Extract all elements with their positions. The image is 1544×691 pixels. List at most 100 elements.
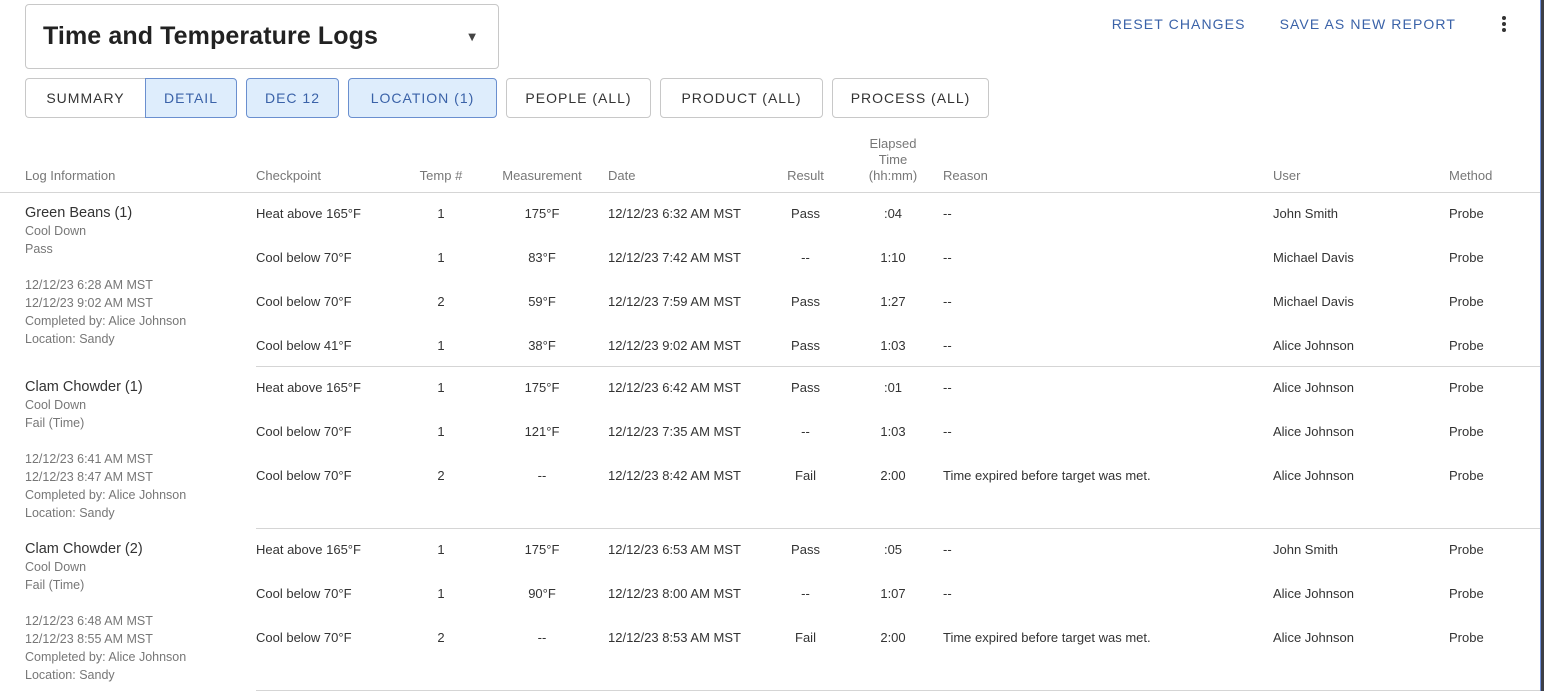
save-as-new-report-button[interactable]: SAVE AS NEW REPORT (1280, 16, 1456, 32)
result-cell: Pass (768, 324, 843, 367)
col-user[interactable]: User (1273, 136, 1413, 193)
log-process: Cool Down (25, 224, 87, 238)
log-location: Location: Sandy (25, 667, 115, 682)
col-result[interactable]: Result (768, 136, 843, 193)
date-cell: 12/12/23 7:42 AM MST (608, 249, 741, 265)
method-cell: Probe (1449, 423, 1484, 439)
log-completed-by: Completed by: Alice Johnson (25, 649, 187, 664)
table-header-row: Log Information Checkpoint Temp # Measur… (0, 136, 1540, 193)
measurement-cell: 59°F (528, 293, 556, 309)
top-actions: RESET CHANGES SAVE AS NEW REPORT (1112, 14, 1514, 34)
log-status: Fail (Time) (25, 415, 85, 430)
temp-number-cell: 1 (437, 380, 445, 395)
reason-cell: -- (943, 423, 952, 439)
date-cell: 12/12/23 7:35 AM MST (608, 423, 741, 439)
result-cell: Fail (768, 454, 843, 529)
temp-number-cell: 1 (437, 206, 445, 221)
table-row[interactable]: Clam Chowder (1) Cool Down Fail (Time) 12/1… (0, 367, 1540, 520)
method-cell: Probe (1413, 324, 1540, 367)
log-information-cell: Clam Chowder (1) Cool Down Fail (Time) 12/1… (0, 367, 256, 529)
reason-cell: -- (943, 293, 952, 309)
checkpoint-cell: Cool below 41°F (256, 324, 396, 367)
result-cell: -- (801, 585, 810, 601)
measurement-cell: -- (486, 454, 598, 529)
date-cell: 12/12/23 6:53 AM MST (608, 542, 741, 557)
temp-number-cell: 1 (437, 423, 445, 439)
col-method[interactable]: Method (1413, 136, 1540, 193)
col-elapsed-time[interactable]: Elapsed Time (hh:mm) (843, 136, 943, 193)
elapsed-cell: 1:10 (880, 249, 906, 265)
measurement-cell: 38°F (486, 324, 598, 367)
location-filter-button[interactable]: LOCATION (1) (348, 78, 497, 118)
reason-cell: -- (943, 380, 952, 395)
date-cell: 12/12/23 8:00 AM MST (608, 585, 741, 601)
col-temp-number[interactable]: Temp # (396, 136, 486, 193)
detail-toggle-button[interactable]: DETAIL (145, 78, 237, 118)
result-cell: Pass (791, 542, 820, 557)
col-reason[interactable]: Reason (943, 136, 1273, 193)
elapsed-label-1: Elapsed (869, 136, 917, 151)
caret-down-icon: ▼ (468, 32, 476, 43)
reason-cell: Time expired before target was met. (943, 454, 1273, 529)
log-process: Cool Down (25, 559, 87, 574)
col-measurement[interactable]: Measurement (486, 136, 598, 193)
measurement-cell: 175°F (524, 206, 560, 221)
elapsed-cell: 1:03 (880, 423, 906, 439)
method-cell: Probe (1449, 249, 1484, 265)
elapsed-cell: 2:00 (843, 454, 943, 529)
user-cell: Alice Johnson (1273, 324, 1413, 367)
view-toggle: SUMMARY DETAIL (25, 78, 237, 118)
reset-changes-button[interactable]: RESET CHANGES (1112, 16, 1246, 32)
date-filter-button[interactable]: DEC 12 (246, 78, 339, 118)
date-cell: 12/12/23 8:42 AM MST (598, 454, 768, 529)
reason-cell: -- (943, 585, 952, 601)
log-location: Location: Sandy (25, 505, 115, 520)
checkpoint-cell: Cool below 70°F (256, 454, 396, 529)
log-start-time: 12/12/23 6:48 AM MST (25, 613, 153, 628)
col-date[interactable]: Date (598, 136, 768, 193)
kebab-menu-icon[interactable] (1494, 14, 1514, 34)
result-cell: -- (801, 249, 810, 265)
log-information-cell: Clam Chowder (2) Cool Down Fail (Time) 12/1… (0, 529, 256, 691)
user-cell: John Smith (1273, 542, 1339, 557)
user-cell: Alice Johnson (1273, 423, 1354, 439)
checkpoint-cell: Cool below 70°F (256, 616, 396, 691)
log-completed-by: Completed by: Alice Johnson (25, 314, 187, 328)
summary-toggle-button[interactable]: SUMMARY (25, 78, 145, 118)
log-name[interactable]: Green Beans (1) (25, 205, 256, 222)
log-name[interactable]: Clam Chowder (2) (25, 541, 256, 558)
elapsed-label-3: (hh:mm) (868, 168, 918, 183)
log-end-time: 12/12/23 8:55 AM MST (25, 631, 153, 646)
col-log-information[interactable]: Log Information (0, 136, 256, 193)
checkpoint-cell: Cool below 70°F (256, 585, 352, 601)
product-filter-button[interactable]: PRODUCT (ALL) (660, 78, 823, 118)
log-status: Pass (25, 242, 53, 256)
table-row[interactable]: Clam Chowder (2) Cool Down Fail (Time) 12/1… (0, 529, 1540, 682)
log-process: Cool Down (25, 397, 87, 412)
date-cell: 12/12/23 7:59 AM MST (608, 293, 741, 309)
result-cell: Fail (768, 616, 843, 691)
elapsed-cell: :01 (883, 380, 903, 395)
col-checkpoint[interactable]: Checkpoint (256, 136, 396, 193)
window-edge (1540, 0, 1544, 691)
log-name[interactable]: Clam Chowder (1) (25, 379, 256, 396)
user-cell: Alice Johnson (1273, 380, 1354, 395)
table-row[interactable]: Green Beans (1) Cool Down Pass 12/12/23 6:2… (0, 193, 1540, 346)
temp-number-cell: 1 (437, 542, 445, 557)
checkpoint-cell: Cool below 70°F (256, 249, 352, 265)
report-selector[interactable]: Time and Temperature Logs ▼ (25, 4, 499, 69)
process-filter-button[interactable]: PROCESS (ALL) (832, 78, 989, 118)
checkpoint-cell: Cool below 70°F (256, 293, 352, 309)
people-filter-button[interactable]: PEOPLE (ALL) (506, 78, 651, 118)
report-title: Time and Temperature Logs (43, 22, 378, 50)
measurement-cell: 121°F (524, 423, 560, 439)
elapsed-cell: 2:00 (843, 616, 943, 691)
measurement-cell: 175°F (524, 542, 560, 557)
date-cell: 12/12/23 6:42 AM MST (608, 380, 741, 395)
result-cell: Pass (791, 293, 820, 309)
log-location: Location: Sandy (25, 332, 115, 346)
log-start-time: 12/12/23 6:41 AM MST (25, 451, 153, 466)
